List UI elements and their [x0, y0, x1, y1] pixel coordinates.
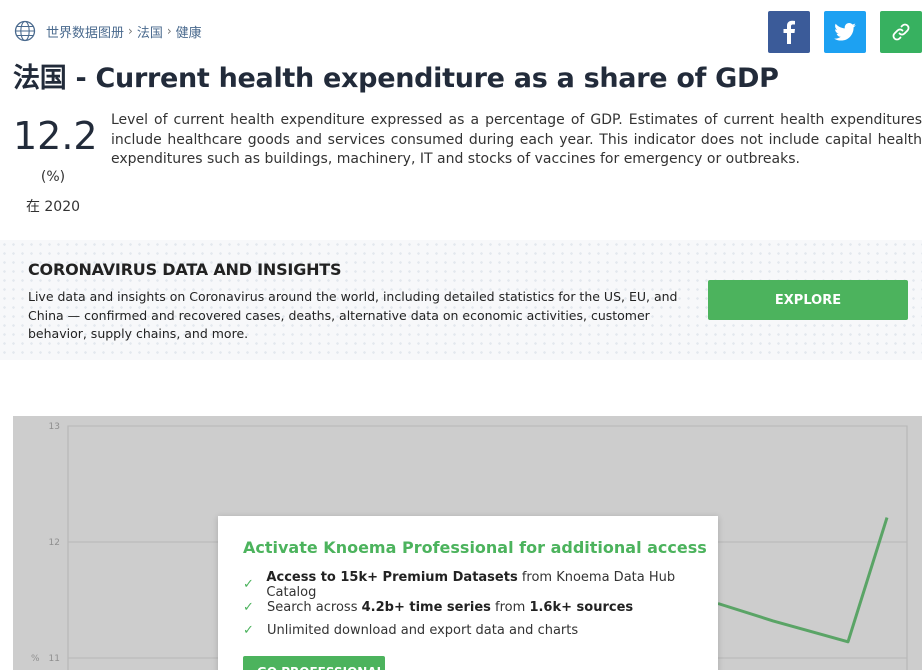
go-professional-button[interactable]: GO PROFESSIONAL [243, 656, 385, 670]
feature-text: from [490, 600, 530, 615]
feature-highlight: 4.2b+ time series [361, 600, 491, 615]
professional-upsell-panel: Activate Knoema Professional for additio… [218, 516, 718, 670]
kpi-block: 12.2 (%) 在 2020 [13, 114, 98, 216]
breadcrumb-item-atlas[interactable]: 世界数据图册 [46, 22, 124, 41]
upsell-title: Activate Knoema Professional for additio… [243, 538, 707, 557]
twitter-icon [834, 23, 856, 41]
series-line [717, 517, 889, 644]
y-tick-label: 11 [49, 654, 60, 664]
breadcrumb-separator: › [166, 24, 172, 38]
feature-text: Unlimited download and export data and c… [267, 623, 579, 638]
kpi-value: 12.2 [13, 114, 98, 158]
y-tick-label: 12 [49, 538, 60, 548]
check-icon: ✓ [243, 577, 254, 592]
coronavirus-banner-title: CORONAVIRUS DATA AND INSIGHTS [28, 260, 342, 279]
page-title: 法国 - Current health expenditure as a sha… [13, 63, 779, 94]
breadcrumb: 世界数据图册 › 法国 › 健康 [14, 19, 202, 43]
y-axis-label: % [31, 654, 40, 664]
kpi-unit: (%) [40, 169, 66, 185]
explore-button[interactable]: EXPLORE [708, 280, 908, 320]
indicator-description: Level of current health expenditure expr… [111, 112, 922, 167]
upsell-feature-list: ✓ Access to 15k+ Premium Datasets from K… [243, 569, 718, 642]
feature-text: Search across [267, 600, 362, 615]
coronavirus-banner-text: Live data and insights on Coronavirus ar… [28, 289, 678, 341]
globe-icon [14, 20, 36, 42]
upsell-feature-item: ✓ Unlimited download and export data and… [243, 619, 718, 642]
facebook-icon [783, 20, 795, 44]
feature-highlight: 1.6k+ sources [529, 600, 634, 615]
breadcrumb-separator: › [128, 24, 133, 38]
facebook-share-button[interactable] [768, 11, 810, 53]
coronavirus-banner: CORONAVIRUS DATA AND INSIGHTS Live data … [0, 240, 922, 360]
upsell-feature-item: ✓ Access to 15k+ Premium Datasets from K… [243, 569, 718, 600]
feature-highlight: Access to 15k+ Premium Datasets [266, 569, 518, 585]
check-icon: ✓ [243, 623, 254, 638]
kpi-year: 在 2020 [25, 199, 81, 215]
link-icon [892, 23, 910, 41]
breadcrumb-item-country[interactable]: 法国 [137, 22, 163, 41]
y-tick-label: 13 [49, 422, 60, 432]
twitter-share-button[interactable] [824, 11, 866, 53]
check-icon: ✓ [243, 600, 254, 615]
copy-link-button[interactable] [880, 11, 922, 53]
breadcrumb-item-topic[interactable]: 健康 [176, 22, 202, 41]
